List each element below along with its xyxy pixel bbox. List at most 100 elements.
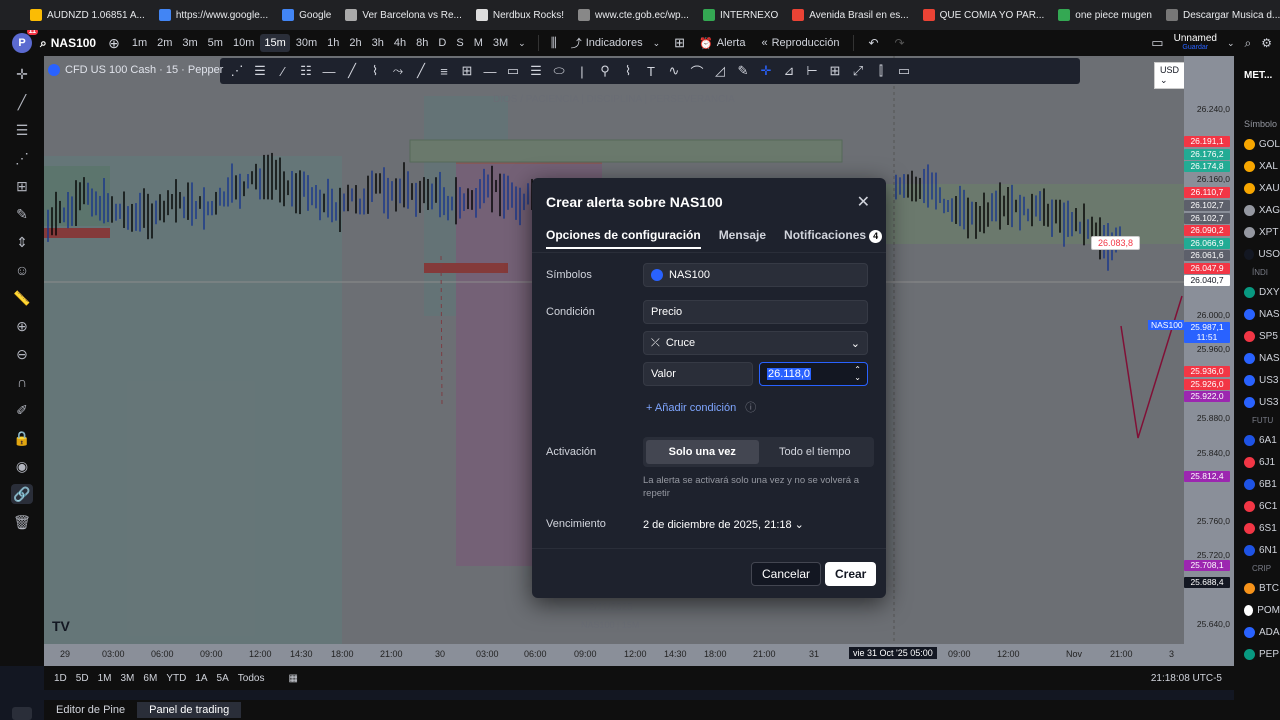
- activation-once[interactable]: Solo una vez: [646, 440, 759, 464]
- watchlist-section[interactable]: FUTU: [1234, 413, 1280, 429]
- link-icon[interactable]: 🔗: [11, 484, 33, 504]
- draw-tool-icon[interactable]: —: [483, 64, 497, 79]
- draw-tool-icon[interactable]: ⚲: [598, 63, 612, 79]
- timeframe-3h[interactable]: 3h: [368, 34, 388, 52]
- draw-tool-icon[interactable]: ⊞: [460, 63, 474, 79]
- bookmark-item[interactable]: QUE COMIA YO PAR...: [922, 9, 1044, 21]
- emoji-icon[interactable]: ☺: [11, 260, 33, 280]
- watchlist-row[interactable]: 6A1: [1234, 429, 1280, 451]
- watchlist-row[interactable]: 6J1: [1234, 451, 1280, 473]
- watchlist-row[interactable]: US3: [1234, 391, 1280, 413]
- zoom-out-icon[interactable]: ⊖: [11, 344, 33, 364]
- draw-tool-icon[interactable]: ⁄: [276, 64, 290, 79]
- lock-icon[interactable]: 🔒: [11, 428, 33, 448]
- draw-tool-icon[interactable]: ⫿: [874, 63, 888, 79]
- draw-tool-icon[interactable]: ☰: [529, 63, 543, 79]
- range-Todos[interactable]: Todos: [238, 673, 265, 684]
- currency-select[interactable]: USD ⌄: [1154, 62, 1184, 89]
- timeframe-1h[interactable]: 1h: [323, 34, 343, 52]
- indicators-button[interactable]: ⤴ Indicadores ⌄: [571, 35, 660, 51]
- watchlist-row[interactable]: 6N1: [1234, 539, 1280, 561]
- date-range-icon[interactable]: ▦: [288, 673, 297, 684]
- draw-tool-icon[interactable]: |: [575, 64, 589, 79]
- watchlist-row[interactable]: XAL: [1234, 155, 1280, 177]
- watchlist-row[interactable]: PEP: [1234, 643, 1280, 665]
- tab-notifications[interactable]: Notificaciones 4: [784, 228, 883, 249]
- range-3M[interactable]: 3M: [121, 673, 135, 684]
- watchlist-row[interactable]: US3: [1234, 369, 1280, 391]
- magnet-icon[interactable]: ∩: [11, 372, 33, 392]
- draw-tool-icon[interactable]: ⌒: [690, 62, 704, 81]
- tv-logo-icon[interactable]: TV: [52, 618, 70, 634]
- cancel-button[interactable]: Cancelar: [751, 562, 822, 586]
- range-1A[interactable]: 1A: [195, 673, 207, 684]
- draw-tool-icon[interactable]: ⤳: [391, 63, 405, 79]
- pattern-icon[interactable]: ⋰: [11, 148, 33, 168]
- time-axis[interactable]: 29 03:00 06:00 09:00 12:00 14:30 18:00 21:00 30 0…: [44, 644, 1234, 666]
- timeframe-2m[interactable]: 2m: [153, 34, 176, 52]
- add-symbol-icon[interactable]: ⊕: [108, 35, 120, 52]
- chevron-down-icon[interactable]: ⌄: [518, 38, 526, 49]
- watchlist-row[interactable]: NAS: [1234, 303, 1280, 325]
- draw-tool-icon[interactable]: ⊞: [828, 63, 842, 79]
- trend-line-icon[interactable]: ╱: [11, 92, 33, 112]
- draw-tool-icon[interactable]: ∿: [667, 63, 681, 79]
- bookmark-item[interactable]: INTERNEXO: [702, 9, 778, 21]
- replay-button[interactable]: «Reproducción: [761, 37, 839, 49]
- draw-tool-icon[interactable]: ╱: [345, 63, 359, 79]
- tab-pine-editor[interactable]: Editor de Pine: [44, 702, 137, 718]
- brush-icon[interactable]: ✎: [11, 204, 33, 224]
- activation-every-time[interactable]: Todo el tiempo: [759, 440, 872, 464]
- user-avatar[interactable]: P 11: [12, 30, 38, 53]
- condition-operator-select[interactable]: ⤫ Cruce ⌄: [643, 331, 868, 355]
- symbol-search[interactable]: ⌕ NAS100: [40, 36, 96, 51]
- projection-icon[interactable]: ⊞: [11, 176, 33, 196]
- chevron-down-icon[interactable]: ⌄: [1227, 38, 1235, 49]
- tab-trading-panel[interactable]: Panel de trading: [137, 702, 242, 718]
- range-6M[interactable]: 6M: [143, 673, 157, 684]
- tab-settings[interactable]: Opciones de configuración: [546, 228, 701, 249]
- condition-source-field[interactable]: Precio: [643, 300, 868, 324]
- bookmark-item[interactable]: Ver Barcelona vs Re...: [345, 9, 462, 21]
- layout-name[interactable]: Unnamed Guardar: [1174, 34, 1217, 52]
- draw-tool-icon[interactable]: ◿: [713, 63, 727, 79]
- settings-icon[interactable]: ⚙: [1261, 36, 1272, 50]
- draw-tool-icon[interactable]: ⊢: [805, 63, 819, 79]
- watchlist-row[interactable]: GOL: [1234, 133, 1280, 155]
- timeframe-2h[interactable]: 2h: [345, 34, 365, 52]
- bookmark-item[interactable]: https://www.google...: [158, 9, 268, 21]
- alert-button[interactable]: ⏰ Alerta: [699, 37, 745, 50]
- timeframe-15m[interactable]: 15m: [260, 34, 290, 52]
- range-1M[interactable]: 1M: [98, 673, 112, 684]
- watchlist-header[interactable]: MET...: [1234, 56, 1280, 81]
- redo-icon[interactable]: ↷: [895, 36, 905, 50]
- watchlist-row[interactable]: 6S1: [1234, 517, 1280, 539]
- create-button[interactable]: Crear: [825, 562, 877, 586]
- watchlist-section[interactable]: CRIP: [1234, 561, 1280, 577]
- stepper-icon[interactable]: ⌃ ⌄: [854, 366, 861, 382]
- timeframe-1m[interactable]: 1m: [128, 34, 151, 52]
- timeframe-M[interactable]: M: [470, 34, 487, 52]
- draw-tool-icon[interactable]: ▭: [897, 63, 911, 79]
- watchlist-row[interactable]: NAS: [1234, 347, 1280, 369]
- watchlist-row[interactable]: XAG: [1234, 199, 1280, 221]
- ruler-icon[interactable]: 📏: [11, 288, 33, 308]
- watchlist-row[interactable]: 6C1: [1234, 495, 1280, 517]
- draw-tool-icon[interactable]: ╱: [414, 63, 428, 79]
- watchlist-row[interactable]: XPT: [1234, 221, 1280, 243]
- watchlist-row[interactable]: ADA: [1234, 621, 1280, 643]
- draw-tool-icon[interactable]: —: [322, 64, 336, 79]
- trash-icon[interactable]: 🗑: [11, 512, 33, 532]
- timeframe-4h[interactable]: 4h: [390, 34, 410, 52]
- timeframe-3M[interactable]: 3M: [489, 34, 512, 52]
- watchlist-row[interactable]: USO: [1234, 243, 1280, 265]
- bar-style-icon[interactable]: ⫼: [551, 35, 557, 51]
- price-axis[interactable]: 26.240,0 26.160,0 26.000,0 25.960,0 25.880,0…: [1184, 56, 1234, 644]
- range-YTD[interactable]: YTD: [166, 673, 186, 684]
- layout-icon[interactable]: ▭: [1151, 35, 1163, 51]
- draw-tool-icon[interactable]: ⌇: [621, 63, 635, 79]
- range-5A[interactable]: 5A: [217, 673, 229, 684]
- draw-tool-icon[interactable]: ⌇: [368, 63, 382, 79]
- draw-tool-icon[interactable]: ⤢: [851, 63, 865, 79]
- undo-icon[interactable]: ↶: [868, 36, 878, 50]
